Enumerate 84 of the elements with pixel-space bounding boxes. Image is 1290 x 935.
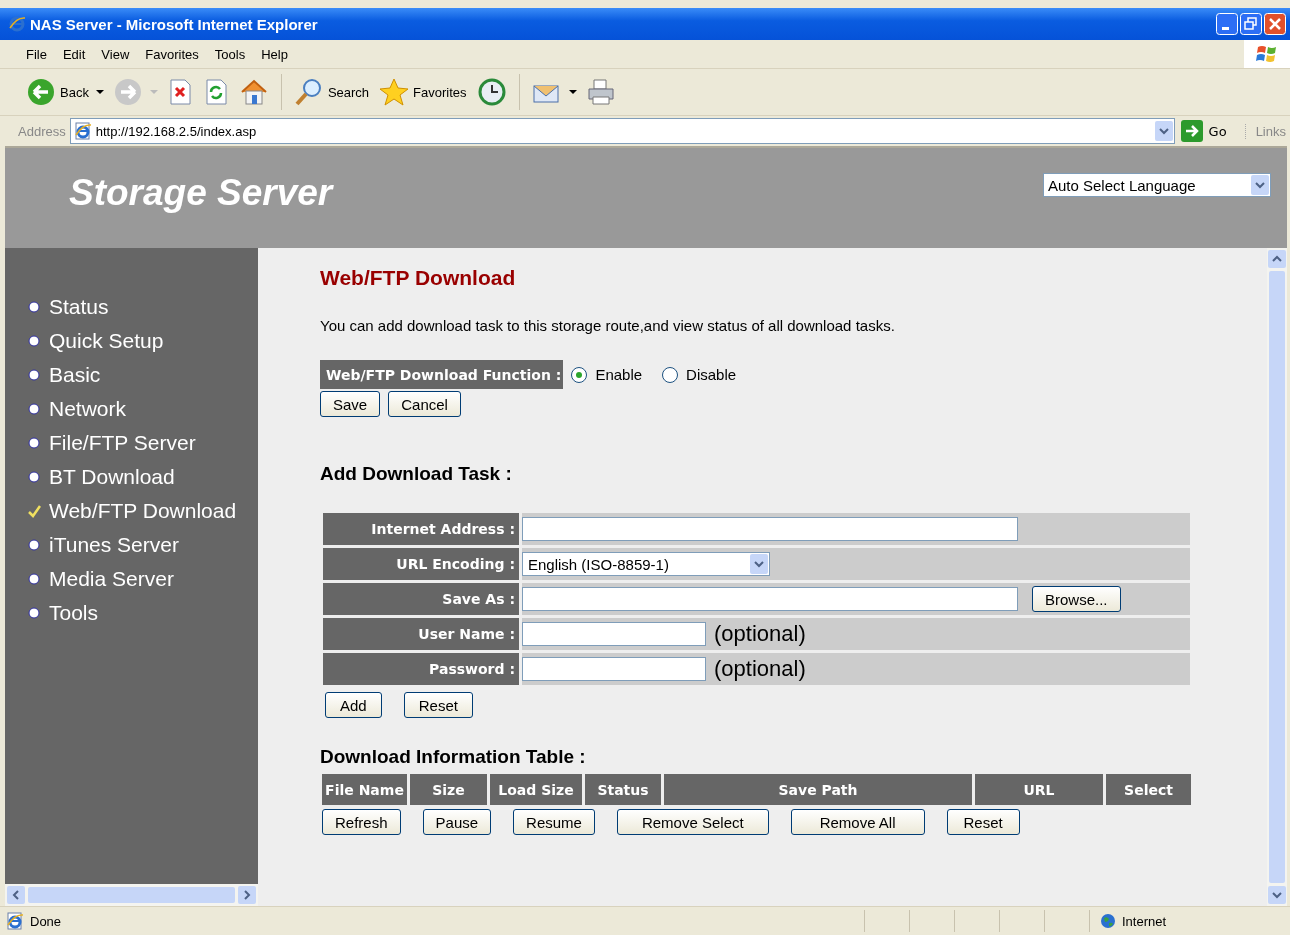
nav-link[interactable]: Status [5, 290, 258, 324]
go-button[interactable]: Go [1178, 120, 1241, 142]
radio-option[interactable]: Enable [571, 366, 643, 383]
field-label: Save As : [323, 583, 519, 615]
nav-link[interactable]: iTunes Server [5, 528, 258, 562]
menu-item[interactable]: Tools [206, 44, 254, 64]
column-header: File Name [322, 774, 407, 805]
nav-link[interactable]: Media Server [5, 562, 258, 596]
form-button[interactable]: Resume [513, 809, 595, 835]
optional-note: (optional) [714, 621, 806, 647]
back-button[interactable]: Back [24, 77, 91, 107]
nav-link[interactable]: BT Download [5, 460, 258, 494]
menu-item[interactable]: Favorites [137, 44, 207, 64]
field-label: User Name : [323, 618, 519, 650]
menu-item[interactable]: View [93, 44, 138, 64]
field-label: Web/FTP Download Function : [320, 360, 564, 389]
nav-link[interactable]: Basic [5, 358, 258, 392]
field-label: Password : [323, 653, 519, 685]
favorites-button[interactable]: Favorites [377, 77, 469, 107]
page-heading: Web/FTP Download [320, 266, 516, 290]
address-field[interactable]: http://192.168.2.5/index.asp [69, 118, 1175, 144]
description-text: You can add download task to this storage route,and view status of all download tasks. [320, 317, 895, 334]
nav-link[interactable]: Quick Setup [5, 324, 258, 358]
form-button[interactable]: Refresh [322, 809, 401, 835]
section-title: Download Information Table : [320, 746, 586, 768]
search-icon [293, 77, 324, 107]
column-header: Load Size [490, 774, 582, 805]
zone-text: Internet [1122, 913, 1167, 929]
menu-item[interactable]: Help [253, 44, 296, 64]
windows-flag-icon [1255, 43, 1279, 65]
horizontal-scrollbar[interactable] [5, 884, 258, 906]
optional-note: (optional) [714, 656, 806, 682]
page-icon [6, 912, 24, 930]
minimize-icon[interactable] [1216, 13, 1238, 35]
browse-button[interactable]: Browse... [1032, 586, 1121, 612]
vertical-scrollbar[interactable] [1267, 248, 1287, 906]
column-header: Status [585, 774, 661, 805]
printer-icon[interactable] [585, 77, 616, 107]
menu-item[interactable]: Edit [54, 44, 94, 64]
menu-item[interactable]: File [18, 44, 55, 64]
star-icon [379, 77, 410, 107]
status-text: Done [30, 913, 62, 929]
form-button[interactable]: Pause [422, 809, 492, 835]
text-field[interactable] [522, 517, 1018, 541]
site-title: Storage Server [69, 172, 333, 214]
scroll-down-icon [1268, 886, 1286, 904]
nav-link[interactable]: Tools [5, 596, 258, 630]
dropdown-caret-icon[interactable] [567, 87, 578, 97]
file-path-field[interactable] [522, 587, 1018, 611]
scroll-up-icon [1268, 250, 1286, 268]
column-header: Select [1106, 774, 1191, 805]
close-icon[interactable] [1264, 13, 1286, 35]
column-header: Save Path [664, 774, 972, 805]
globe-icon [1100, 913, 1116, 929]
scroll-right-icon [238, 886, 256, 904]
nav-link[interactable]: Web/FTP Download [5, 494, 258, 528]
form-button[interactable]: Reset [403, 692, 473, 718]
history-icon[interactable] [476, 77, 507, 107]
scroll-left-icon [7, 886, 25, 904]
language-select[interactable]: Auto Select Language [1043, 173, 1271, 197]
restore-icon[interactable] [1240, 13, 1262, 35]
form-button[interactable]: Remove Select [616, 809, 769, 835]
window-title: NAS Server - Microsoft Internet Explorer [30, 15, 319, 33]
column-header: Size [410, 774, 487, 805]
dropdown-caret-icon[interactable] [94, 87, 105, 97]
page-icon [73, 122, 92, 140]
column-header: URL [975, 774, 1103, 805]
field-label: URL Encoding : [323, 548, 519, 580]
radio-option[interactable]: Disable [662, 366, 737, 383]
section-title: Add Download Task : [320, 463, 512, 485]
browser-icon [8, 15, 26, 33]
encoding-select[interactable]: English (ISO-8859-1) [522, 552, 770, 576]
search-button[interactable]: Search [291, 77, 372, 107]
form-button[interactable]: Save [320, 391, 381, 417]
field-label: Internet Address : [323, 513, 519, 545]
text-field[interactable] [522, 657, 706, 681]
form-button[interactable]: Remove All [790, 809, 925, 835]
form-button[interactable]: Add [325, 692, 382, 718]
text-field[interactable] [522, 622, 706, 646]
nav-link[interactable]: Network [5, 392, 258, 426]
form-button[interactable]: Cancel [388, 391, 461, 417]
nav-link[interactable]: File/FTP Server [5, 426, 258, 460]
form-button[interactable]: Reset [946, 809, 1020, 835]
address-label: Address [18, 123, 66, 139]
